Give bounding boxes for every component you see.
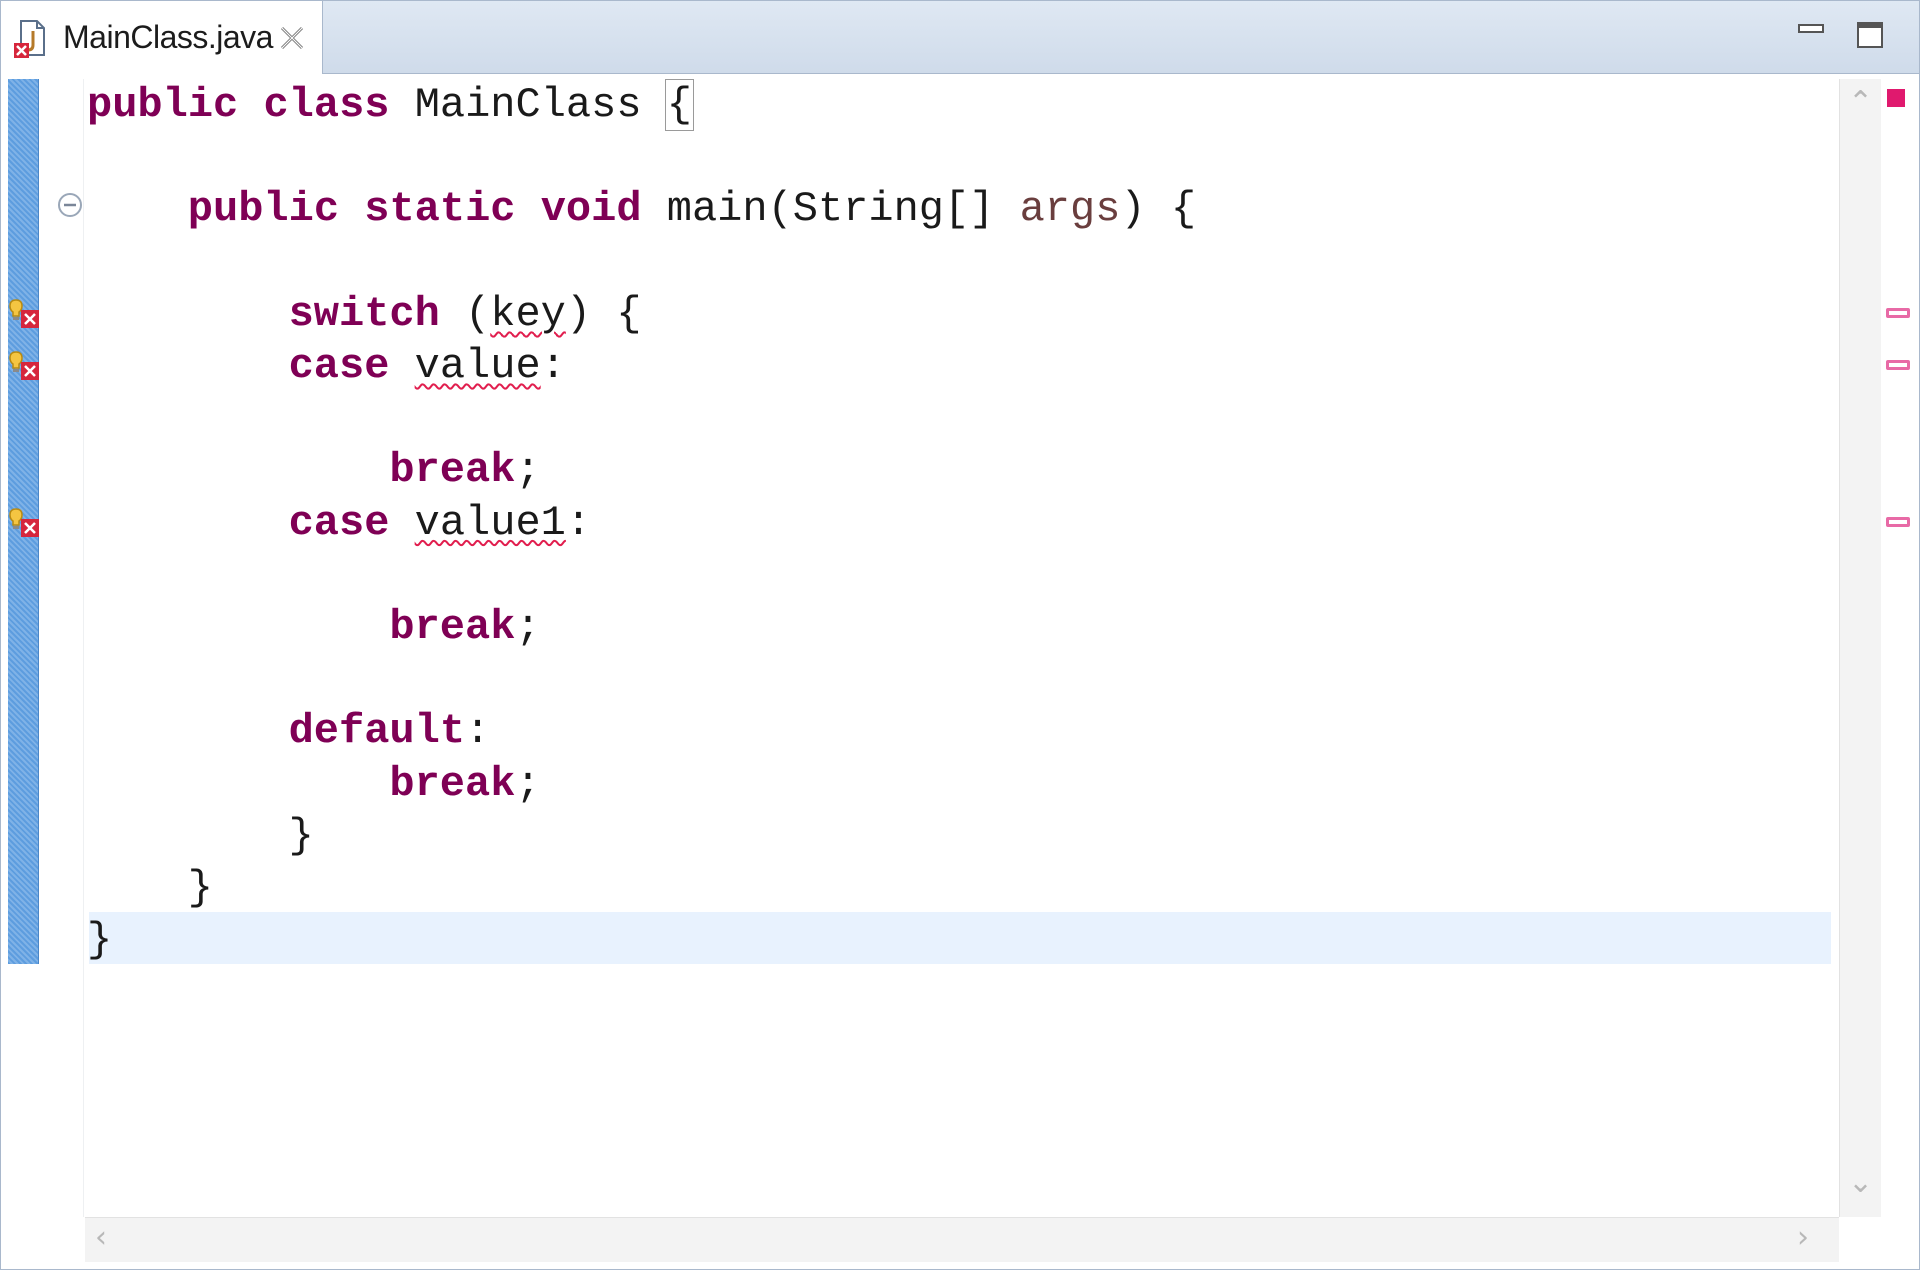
keyword-token: void: [540, 185, 642, 234]
code-token: ;: [515, 603, 541, 651]
error-token: value1: [414, 498, 566, 547]
error-quickfix-icon[interactable]: [7, 296, 41, 330]
matched-brace-token: {: [664, 79, 694, 131]
keyword-token: public: [87, 81, 239, 129]
overview-error-mark[interactable]: [1886, 360, 1910, 370]
code-token: }: [288, 811, 314, 860]
minimize-icon[interactable]: [1797, 19, 1825, 39]
keyword-token: break: [389, 446, 516, 495]
editor-window: MainClass.java public class MainClass {p…: [0, 0, 1920, 1270]
scroll-right-icon[interactable]: ›: [1797, 1220, 1809, 1255]
code-line[interactable]: public static void main(String[] args) {: [188, 183, 1196, 235]
scroll-left-icon[interactable]: ‹: [95, 1220, 107, 1255]
code-line[interactable]: case value1:: [289, 497, 592, 549]
code-token: }: [187, 864, 214, 912]
keyword-token: break: [389, 759, 516, 808]
maximize-icon[interactable]: [1856, 21, 1884, 49]
keyword-token: break: [389, 603, 516, 651]
code-line[interactable]: }: [289, 810, 314, 862]
keyword-token: static: [364, 185, 516, 234]
current-line-highlight: [89, 912, 1831, 964]
code-token: :: [540, 342, 566, 390]
code-token: :: [565, 498, 592, 547]
horizontal-scrollbar[interactable]: ‹ ›: [85, 1217, 1839, 1262]
error-token: key: [490, 289, 566, 338]
code-token: main(String[]: [641, 185, 1020, 234]
keyword-token: switch: [288, 289, 440, 338]
code-line[interactable]: break;: [389, 601, 540, 653]
code-token: MainClass: [389, 81, 667, 129]
code-token: :: [465, 707, 491, 756]
error-quickfix-icon[interactable]: [7, 505, 41, 539]
overview-error-indicator[interactable]: [1887, 89, 1905, 107]
vertical-scrollbar[interactable]: ⌃ ⌄: [1839, 79, 1882, 1217]
overview-error-mark[interactable]: [1886, 516, 1910, 527]
code-token: ;: [515, 759, 541, 808]
error-token: value: [414, 342, 541, 390]
code-token: }: [87, 916, 113, 965]
collapse-icon[interactable]: [57, 192, 83, 218]
code-line[interactable]: case value:: [289, 340, 566, 392]
code-editor-area[interactable]: [85, 79, 1839, 1217]
code-line[interactable]: }: [188, 862, 213, 914]
code-line[interactable]: break;: [389, 444, 540, 496]
close-icon[interactable]: [277, 23, 307, 53]
keyword-token: default: [288, 707, 466, 756]
error-quickfix-icon[interactable]: [7, 348, 41, 382]
code-token: ) {: [565, 289, 642, 338]
vertical-ruler[interactable]: [39, 79, 84, 1217]
file-tab[interactable]: MainClass.java: [1, 1, 323, 74]
code-line[interactable]: }: [87, 914, 112, 966]
code-token: ;: [515, 446, 541, 495]
java-file-error-icon: [14, 20, 45, 58]
scroll-up-icon[interactable]: ⌃: [1848, 85, 1873, 120]
overview-ruler[interactable]: [1881, 79, 1919, 1217]
tab-strip: MainClass.java: [1, 1, 1919, 74]
keyword-token: case: [288, 498, 390, 547]
tab-label: MainClass.java: [63, 19, 273, 55]
keyword-token: class: [263, 81, 390, 129]
keyword-token: case: [288, 342, 390, 390]
code-token: (: [439, 289, 491, 338]
parameter-token: args: [1019, 185, 1121, 234]
code-line[interactable]: default:: [289, 705, 491, 757]
code-line[interactable]: switch (key) {: [289, 288, 642, 340]
scroll-down-icon[interactable]: ⌄: [1848, 1165, 1873, 1200]
code-token: ) {: [1120, 185, 1197, 234]
overview-error-mark[interactable]: [1886, 307, 1910, 318]
keyword-token: public: [187, 185, 340, 234]
code-line[interactable]: break;: [389, 758, 540, 810]
code-line[interactable]: public class MainClass {: [87, 79, 694, 131]
